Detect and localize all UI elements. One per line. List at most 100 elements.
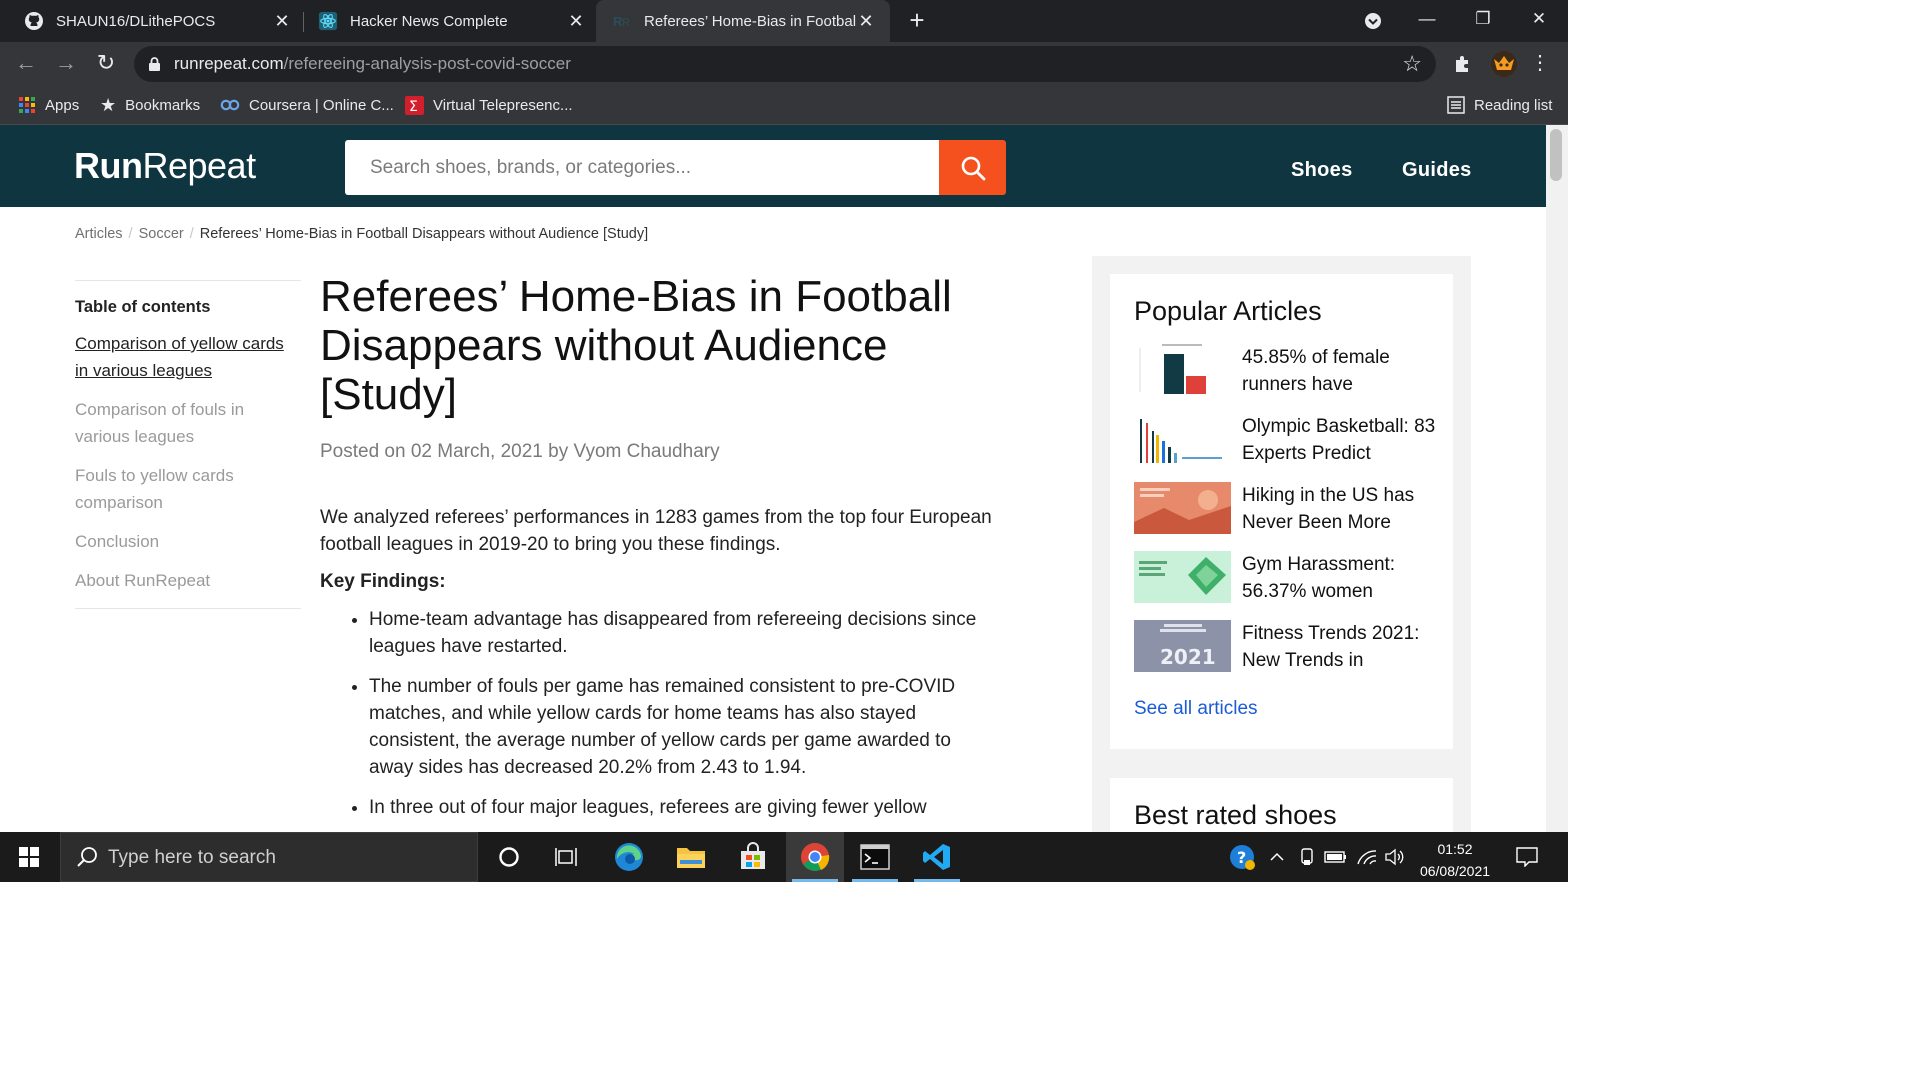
lock-icon	[148, 56, 161, 77]
back-icon[interactable]: ←	[12, 50, 40, 78]
reading-list-button[interactable]: Reading list	[1447, 94, 1552, 116]
bookmark-label: Coursera | Online C...	[249, 96, 394, 114]
popular-article-item[interactable]: Hiking in the US has Never Been More	[1134, 482, 1444, 544]
popular-article-item[interactable]: 2021 Fitness Trends 2021: New Trends in	[1134, 620, 1444, 682]
svg-text:?: ?	[1237, 848, 1246, 867]
best-rated-heading: Best rated shoes	[1134, 800, 1337, 830]
terminal-icon[interactable]	[846, 832, 904, 882]
device-icon[interactable]	[1294, 832, 1320, 882]
close-tab-icon[interactable]: ✕	[272, 11, 292, 31]
toc-item-fouls[interactable]: Comparison of fouls in various leagues	[75, 396, 301, 450]
scrollbar-thumb[interactable]	[1550, 129, 1562, 181]
site-search-button[interactable]	[939, 140, 1006, 195]
microsoft-store-icon[interactable]	[724, 832, 782, 882]
popular-article-title: Hiking in the US has Never Been More	[1242, 485, 1415, 533]
article-intro: We analyzed referees’ performances in 12…	[320, 507, 992, 555]
url-path: /refereeing-analysis-post-covid-soccer	[283, 54, 571, 73]
page-scrollbar[interactable]	[1546, 125, 1568, 832]
extensions-icon[interactable]	[1452, 52, 1476, 76]
chrome-taskbar-icon[interactable]	[786, 832, 844, 882]
close-tab-icon[interactable]: ✕	[856, 11, 876, 31]
tab-title: Hacker News Complete	[350, 12, 508, 30]
tab-hacker-news[interactable]: Hacker News Complete ✕	[294, 0, 596, 42]
taskbar-search-box[interactable]: Type here to search	[60, 832, 478, 882]
popular-article-item[interactable]: Gym Harassment: 56.37% women	[1134, 551, 1444, 613]
toc-item-about[interactable]: About RunRepeat	[75, 567, 301, 594]
new-tab-button[interactable]: +	[904, 7, 930, 34]
windows-taskbar: Type here to search ? 01:52 06/08/2021	[0, 832, 1568, 882]
battery-icon[interactable]	[1322, 832, 1350, 882]
reading-list-icon	[1447, 96, 1465, 114]
breadcrumb-articles[interactable]: Articles	[75, 226, 123, 242]
clock-time: 01:52	[1437, 841, 1473, 857]
close-tab-icon[interactable]: ✕	[566, 11, 586, 31]
address-bar[interactable]: runrepeat.com/refereeing-analysis-post-c…	[134, 46, 1436, 82]
edge-icon[interactable]	[600, 832, 658, 882]
toc-item-conclusion[interactable]: Conclusion	[75, 528, 301, 555]
help-icon[interactable]: ?	[1226, 832, 1258, 882]
bookmark-apps[interactable]: Apps	[18, 94, 79, 116]
taskbar-clock[interactable]: 01:52 06/08/2021	[1408, 838, 1502, 882]
finding-item: Home-team advantage has disappeared from…	[369, 606, 1000, 660]
notification-center-icon[interactable]	[1512, 832, 1542, 882]
tab-runrepeat-active[interactable]: RR Referees’ Home-Bias in Football ✕	[596, 0, 890, 42]
site-search-box	[345, 140, 939, 195]
popular-article-item[interactable]: Olympic Basketball: 83 Experts Predict	[1134, 413, 1444, 475]
nav-guides[interactable]: Guides	[1402, 159, 1472, 182]
close-window-icon[interactable]: ✕	[1512, 0, 1566, 42]
tab-title: Referees’ Home-Bias in Football	[644, 12, 856, 30]
popular-article-title: Olympic Basketball: 83 Experts Predict	[1242, 416, 1436, 464]
bookmark-virtual-telepresence[interactable]: Σ Virtual Telepresenc...	[405, 94, 573, 116]
browser-toolbar: ← → ↻ runrepeat.com/refereeing-analysis-…	[0, 42, 1568, 86]
bookmark-star-icon[interactable]: ☆	[1402, 51, 1422, 77]
article-title: Referees’ Home-Bias in Football Disappea…	[320, 272, 952, 419]
url-text: runrepeat.com/refereeing-analysis-post-c…	[174, 54, 571, 74]
tab-strip: SHAUN16/DLithePOCS ✕ Hacker News Complet…	[0, 0, 1568, 42]
bookmark-label: Virtual Telepresenc...	[433, 96, 573, 114]
sigma-icon: Σ	[405, 95, 424, 115]
tab-github[interactable]: SHAUN16/DLithePOCS ✕	[0, 0, 302, 42]
popular-articles-card: Popular Articles 45.85% of female runner…	[1110, 274, 1453, 749]
breadcrumb-soccer[interactable]: Soccer	[139, 226, 184, 242]
reload-icon[interactable]: ↻	[92, 50, 120, 78]
forward-icon[interactable]: →	[52, 50, 80, 78]
task-view-icon[interactable]	[538, 832, 596, 882]
cortana-icon[interactable]	[480, 832, 538, 882]
url-domain: runrepeat.com	[174, 54, 284, 73]
chrome-menu-icon[interactable]: ⋮	[1526, 50, 1554, 78]
popular-article-title: 45.85% of female runners have	[1242, 347, 1390, 395]
runrepeat-logo[interactable]: RunRepeat	[74, 145, 256, 187]
tab-search-icon[interactable]	[1346, 0, 1400, 42]
toc-item-fouls-to-yellow[interactable]: Fouls to yellow cards comparison	[75, 462, 301, 516]
bar-chart-thumb	[1134, 344, 1231, 396]
chevron-up-icon[interactable]	[1264, 832, 1290, 882]
breadcrumb-current: Referees’ Home-Bias in Football Disappea…	[199, 226, 649, 242]
svg-text:2021: 2021	[1160, 645, 1216, 669]
breadcrumb-separator: /	[128, 226, 133, 242]
toc-item-yellow-cards[interactable]: Comparison of yellow cards in various le…	[75, 330, 301, 384]
site-search-input[interactable]	[345, 140, 939, 195]
popular-article-item[interactable]: 45.85% of female runners have	[1134, 344, 1444, 406]
nav-shoes[interactable]: Shoes	[1291, 159, 1353, 182]
taskbar-search-placeholder: Type here to search	[108, 847, 276, 868]
svg-text:R: R	[622, 17, 630, 29]
wifi-icon[interactable]	[1354, 832, 1380, 882]
runrepeat-icon: RR	[612, 11, 632, 31]
volume-icon[interactable]	[1382, 832, 1408, 882]
findings-list: Home-team advantage has disappeared from…	[369, 606, 1000, 821]
toc-heading: Table of contents	[75, 298, 211, 316]
see-all-articles-link[interactable]: See all articles	[1134, 698, 1258, 720]
bookmark-bookmarks[interactable]: ★ Bookmarks	[100, 94, 200, 116]
react-icon	[318, 11, 338, 31]
windows-start-icon[interactable]	[0, 832, 58, 882]
logo-bold: Run	[74, 145, 143, 186]
minimize-icon[interactable]: —	[1400, 0, 1454, 42]
file-explorer-icon[interactable]	[662, 832, 720, 882]
bookmark-coursera[interactable]: Coursera | Online C...	[220, 94, 394, 116]
fitness-thumb: 2021	[1134, 620, 1231, 672]
article: Referees’ Home-Bias in Football Disappea…	[320, 272, 1000, 834]
popular-articles-heading: Popular Articles	[1134, 296, 1322, 326]
profile-avatar[interactable]	[1490, 50, 1518, 78]
vscode-icon[interactable]	[908, 832, 966, 882]
restore-icon[interactable]: ❐	[1456, 0, 1510, 42]
